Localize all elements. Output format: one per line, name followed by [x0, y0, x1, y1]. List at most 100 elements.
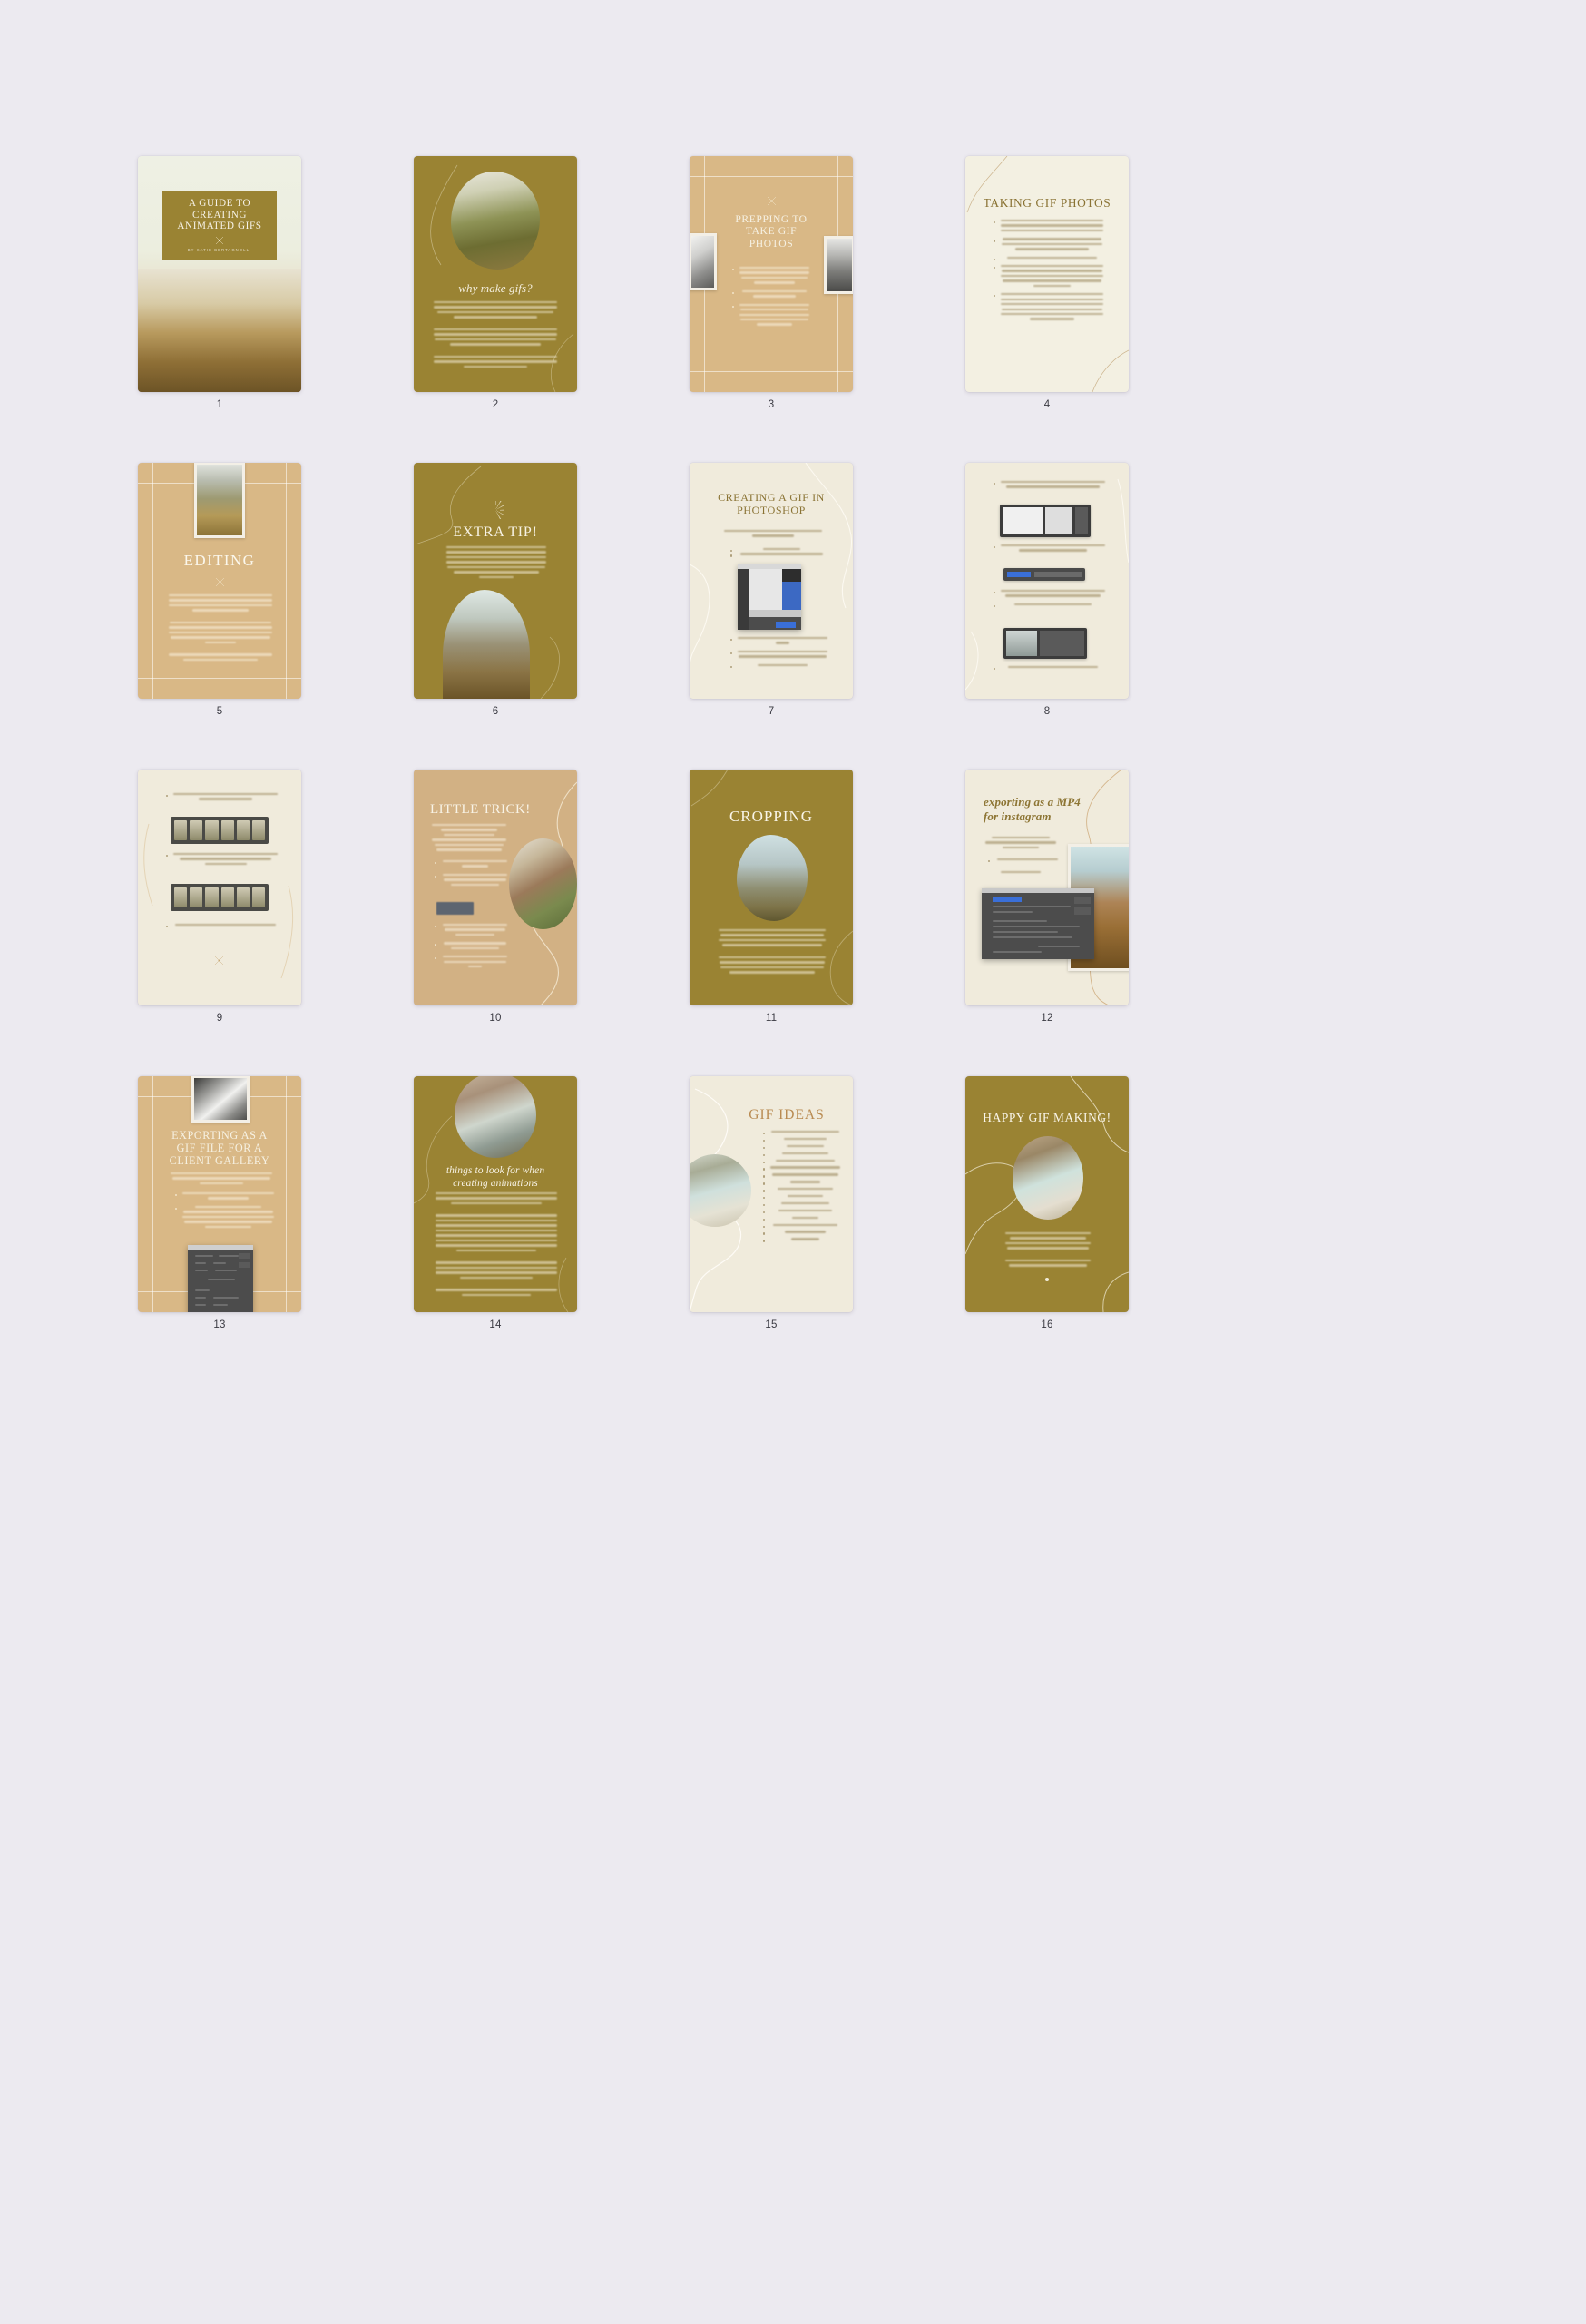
page-thumbnail-2[interactable]: why make gifs? — [414, 156, 577, 392]
sparkle-icon — [768, 197, 776, 205]
page-caption-14: 14 — [489, 1319, 502, 1330]
page-5-title: EDITING — [183, 552, 256, 569]
page-16-title: HAPPY GIF MAKING! — [983, 1111, 1111, 1124]
page-thumbnail-1[interactable]: A GUIDE TO CREATING ANIMATED GIFS BY KAT… — [138, 156, 301, 392]
page-thumbnail-14[interactable]: things to look for when creating animati… — [414, 1076, 577, 1312]
decorative-squiggle — [965, 478, 1129, 691]
photoshop-timeline-screenshot — [1003, 568, 1085, 581]
page-thumbnail-6[interactable]: EXTRA TIP! — [414, 463, 577, 699]
page-caption-9: 9 — [216, 1013, 223, 1024]
page-10-bullet-list-top — [434, 860, 508, 892]
photoshop-frames-timeline-2 — [171, 884, 269, 911]
page-7-intro-text — [724, 530, 822, 540]
page-cell-9[interactable]: 9 — [138, 770, 301, 1024]
page-9-bullet-3 — [165, 924, 278, 932]
page-4-title: TAKING GIF PHOTOS — [983, 196, 1111, 210]
page-caption-4: 4 — [1043, 399, 1051, 410]
page-caption-8: 8 — [1043, 706, 1051, 717]
page-cell-16[interactable]: HAPPY GIF MAKING! 16 — [965, 1076, 1129, 1330]
page-9-bullet-2 — [165, 853, 278, 871]
page-2-title: why make gifs? — [458, 281, 533, 295]
photoshop-small-screenshot — [436, 902, 474, 915]
page-cell-3[interactable]: PREPPING TO TAKE GIF PHOTOS 3 — [690, 156, 853, 410]
page-14-title: things to look for when creating animati… — [445, 1165, 545, 1189]
page-cell-10[interactable]: LITTLE TRICK! 10 — [414, 770, 577, 1024]
page-3-title: PREPPING TO TAKE GIF PHOTOS — [735, 213, 808, 250]
page-12-bullet — [987, 858, 1060, 867]
page-6-body-text — [446, 546, 546, 581]
page-7-title: CREATING A GIF IN PHOTOSHOP — [718, 491, 825, 516]
page-cell-2[interactable]: why make gifs? 2 — [414, 156, 577, 410]
page-thumbnail-grid: A GUIDE TO CREATING ANIMATED GIFS BY KAT… — [138, 156, 1448, 1330]
page-cell-15[interactable]: GIF IDEAS 15 — [690, 1076, 853, 1330]
page-thumbnail-12[interactable]: exporting as a MP4 for instagram — [965, 770, 1129, 1005]
page-cell-14[interactable]: things to look for when creating animati… — [414, 1076, 577, 1330]
palm-trees-couple-oval-photo — [451, 172, 540, 270]
page-cell-8[interactable]: 8 — [965, 463, 1129, 717]
page-15-title: GIF IDEAS — [749, 1107, 825, 1123]
desert-cactus-landscape-photo — [138, 269, 301, 392]
page-8-bullet-1 — [993, 481, 1105, 495]
couple-dancing-cliffside-photo — [443, 590, 530, 699]
page-7-bullet-list-bottom — [729, 637, 827, 672]
page-6-title: EXTRA TIP! — [453, 525, 538, 540]
page-caption-11: 11 — [765, 1013, 778, 1024]
page-cell-6[interactable]: EXTRA TIP! 6 — [414, 463, 577, 717]
page-cell-1[interactable]: A GUIDE TO CREATING ANIMATED GIFS BY KAT… — [138, 156, 301, 410]
thumbnail-grid-viewport: A GUIDE TO CREATING ANIMATED GIFS BY KAT… — [0, 0, 1586, 2324]
page-4-bullet-list — [993, 220, 1103, 327]
page-14-body-text — [436, 1192, 557, 1299]
cover-author: BY KATIE BERTAGNOLLI — [187, 248, 252, 253]
page-thumbnail-7[interactable]: CREATING A GIF IN PHOTOSHOP — [690, 463, 853, 699]
page-cell-12[interactable]: exporting as a MP4 for instagram 12 — [965, 770, 1129, 1024]
page-caption-13: 13 — [213, 1319, 226, 1330]
page-12-note-text — [985, 871, 1056, 876]
page-caption-10: 10 — [489, 1013, 502, 1024]
page-thumbnail-15[interactable]: GIF IDEAS — [690, 1076, 853, 1312]
photoshop-layers-screenshot-1 — [1000, 505, 1091, 537]
sparkle-icon — [216, 237, 223, 245]
photoshop-load-files-dialog — [738, 564, 801, 630]
sparkle-icon — [216, 578, 224, 586]
cover-title: A GUIDE TO CREATING ANIMATED GIFS — [177, 197, 262, 232]
page-8-bullet-4 — [993, 666, 1105, 674]
black-and-white-photo-right — [824, 236, 853, 294]
page-9-bullet-1 — [165, 793, 278, 807]
page-thumbnail-11[interactable]: CROPPING — [690, 770, 853, 1005]
page-caption-1: 1 — [216, 399, 223, 410]
page-cell-13[interactable]: EXPORTING AS A GIF FILE FOR A CLIENT GAL… — [138, 1076, 301, 1330]
page-16-body-text — [1005, 1232, 1091, 1270]
page-5-body-text — [169, 594, 272, 663]
page-10-title: LITTLE TRICK! — [430, 802, 531, 817]
page-cell-11[interactable]: CROPPING 11 — [690, 770, 853, 1024]
page-thumbnail-9[interactable] — [138, 770, 301, 1005]
page-11-title: CROPPING — [729, 808, 814, 825]
page-10-bullet-list-bottom — [434, 924, 508, 974]
page-thumbnail-10[interactable]: LITTLE TRICK! — [414, 770, 577, 1005]
page-caption-3: 3 — [768, 399, 775, 410]
page-12-intro-text — [985, 837, 1056, 851]
page-11-body-text — [719, 929, 826, 976]
page-caption-6: 6 — [492, 706, 499, 717]
page-thumbnail-8[interactable] — [965, 463, 1129, 699]
page-caption-2: 2 — [492, 399, 499, 410]
page-cell-7[interactable]: CREATING A GIF IN PHOTOSHOP 7 — [690, 463, 853, 717]
page-thumbnail-16[interactable]: HAPPY GIF MAKING! — [965, 1076, 1129, 1312]
page-15-gif-ideas-list — [762, 1131, 840, 1245]
page-cell-4[interactable]: TAKING GIF PHOTOS 4 — [965, 156, 1129, 410]
page-13-bullet-list — [174, 1192, 274, 1234]
page-thumbnail-13[interactable]: EXPORTING AS A GIF FILE FOR A CLIENT GAL… — [138, 1076, 301, 1312]
black-and-white-veil-photo — [191, 1076, 250, 1123]
page-thumbnail-5[interactable]: EDITING — [138, 463, 301, 699]
page-10-body-text — [432, 824, 506, 854]
couple-running-field-photo — [194, 463, 245, 538]
photoshop-export-dialog — [982, 888, 1094, 959]
page-cell-5[interactable]: EDITING 5 — [138, 463, 301, 717]
photoshop-layers-screenshot-2 — [1003, 628, 1087, 659]
black-and-white-photo-left — [690, 233, 717, 290]
page-caption-5: 5 — [216, 706, 223, 717]
page-caption-7: 7 — [768, 706, 775, 717]
page-thumbnail-4[interactable]: TAKING GIF PHOTOS — [965, 156, 1129, 392]
photoshop-frames-timeline-1 — [171, 817, 269, 844]
page-thumbnail-3[interactable]: PREPPING TO TAKE GIF PHOTOS — [690, 156, 853, 392]
